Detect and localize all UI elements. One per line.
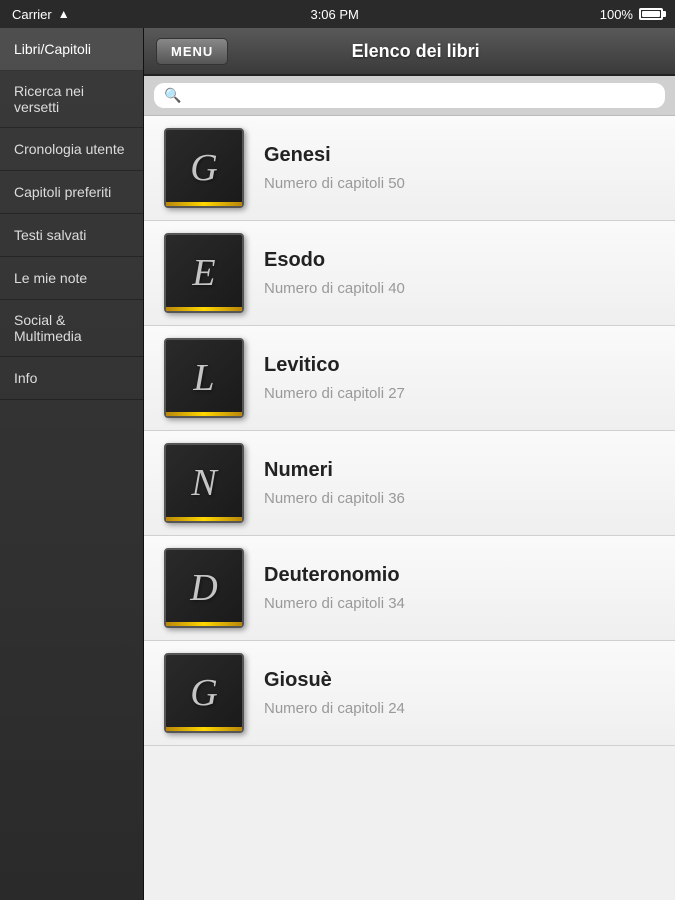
book-cover-deuteronomio: D: [164, 548, 244, 628]
book-chapters-numeri: Numero di capitoli 36: [264, 490, 655, 507]
battery-percent: 100%: [600, 7, 633, 22]
time-label: 3:06 PM: [310, 7, 358, 22]
book-cover-giosue: G: [164, 653, 244, 733]
book-name-genesi: Genesi: [264, 144, 655, 167]
status-left: Carrier ▲: [12, 7, 70, 22]
book-item-giosue[interactable]: G Giosuè Numero di capitoli 24: [144, 641, 675, 746]
search-input-wrap: 🔍: [154, 83, 665, 108]
sidebar-item-social-multimedia[interactable]: Social & Multimedia: [0, 300, 143, 357]
book-cover-levitico: L: [164, 338, 244, 418]
book-info-deuteronomio: Deuteronomio Numero di capitoli 34: [264, 564, 655, 612]
book-info-genesi: Genesi Numero di capitoli 50: [264, 144, 655, 192]
book-info-numeri: Numeri Numero di capitoli 36: [264, 459, 655, 507]
book-info-esodo: Esodo Numero di capitoli 40: [264, 249, 655, 297]
battery-icon: [639, 8, 663, 20]
book-cover-numeri: N: [164, 443, 244, 523]
book-letter-levitico: L: [193, 356, 214, 400]
search-icon: 🔍: [164, 87, 181, 104]
sidebar-item-capitoli-preferiti[interactable]: Capitoli preferiti: [0, 171, 143, 214]
book-info-giosue: Giosuè Numero di capitoli 24: [264, 669, 655, 717]
sidebar-item-testi-salvati[interactable]: Testi salvati: [0, 214, 143, 257]
nav-bar: MENU Elenco dei libri: [144, 28, 675, 76]
app-container: Libri/CapitoliRicerca nei versettiCronol…: [0, 28, 675, 900]
book-cover-genesi: G: [164, 128, 244, 208]
book-name-deuteronomio: Deuteronomio: [264, 564, 655, 587]
status-bar: Carrier ▲ 3:06 PM 100%: [0, 0, 675, 28]
search-input[interactable]: [187, 88, 655, 104]
book-letter-deuteronomio: D: [190, 566, 217, 610]
book-name-giosue: Giosuè: [264, 669, 655, 692]
sidebar-item-le-mie-note[interactable]: Le mie note: [0, 257, 143, 300]
book-letter-giosue: G: [190, 671, 217, 715]
status-right: 100%: [600, 7, 663, 22]
main-content: MENU Elenco dei libri 🔍 G Genesi Numero …: [144, 28, 675, 900]
book-letter-genesi: G: [190, 146, 217, 190]
book-list: G Genesi Numero di capitoli 50 E Esodo N…: [144, 116, 675, 900]
book-chapters-genesi: Numero di capitoli 50: [264, 175, 655, 192]
book-chapters-giosue: Numero di capitoli 24: [264, 700, 655, 717]
book-name-numeri: Numeri: [264, 459, 655, 482]
nav-title: Elenco dei libri: [238, 41, 593, 62]
search-bar: 🔍: [144, 76, 675, 116]
book-name-esodo: Esodo: [264, 249, 655, 272]
menu-button[interactable]: MENU: [156, 38, 228, 65]
book-letter-numeri: N: [191, 461, 216, 505]
book-chapters-deuteronomio: Numero di capitoli 34: [264, 595, 655, 612]
book-name-levitico: Levitico: [264, 354, 655, 377]
wifi-icon: ▲: [58, 7, 70, 21]
sidebar-item-ricerca-versetti[interactable]: Ricerca nei versetti: [0, 71, 143, 128]
book-item-genesi[interactable]: G Genesi Numero di capitoli 50: [144, 116, 675, 221]
sidebar-item-info[interactable]: Info: [0, 357, 143, 400]
book-item-esodo[interactable]: E Esodo Numero di capitoli 40: [144, 221, 675, 326]
sidebar-item-cronologia-utente[interactable]: Cronologia utente: [0, 128, 143, 171]
book-cover-esodo: E: [164, 233, 244, 313]
book-item-levitico[interactable]: L Levitico Numero di capitoli 27: [144, 326, 675, 431]
book-info-levitico: Levitico Numero di capitoli 27: [264, 354, 655, 402]
book-item-deuteronomio[interactable]: D Deuteronomio Numero di capitoli 34: [144, 536, 675, 641]
book-item-numeri[interactable]: N Numeri Numero di capitoli 36: [144, 431, 675, 536]
book-chapters-esodo: Numero di capitoli 40: [264, 280, 655, 297]
carrier-label: Carrier: [12, 7, 52, 22]
book-letter-esodo: E: [192, 251, 215, 295]
sidebar: Libri/CapitoliRicerca nei versettiCronol…: [0, 28, 144, 900]
sidebar-item-libri-capitoli[interactable]: Libri/Capitoli: [0, 28, 143, 71]
book-chapters-levitico: Numero di capitoli 27: [264, 385, 655, 402]
